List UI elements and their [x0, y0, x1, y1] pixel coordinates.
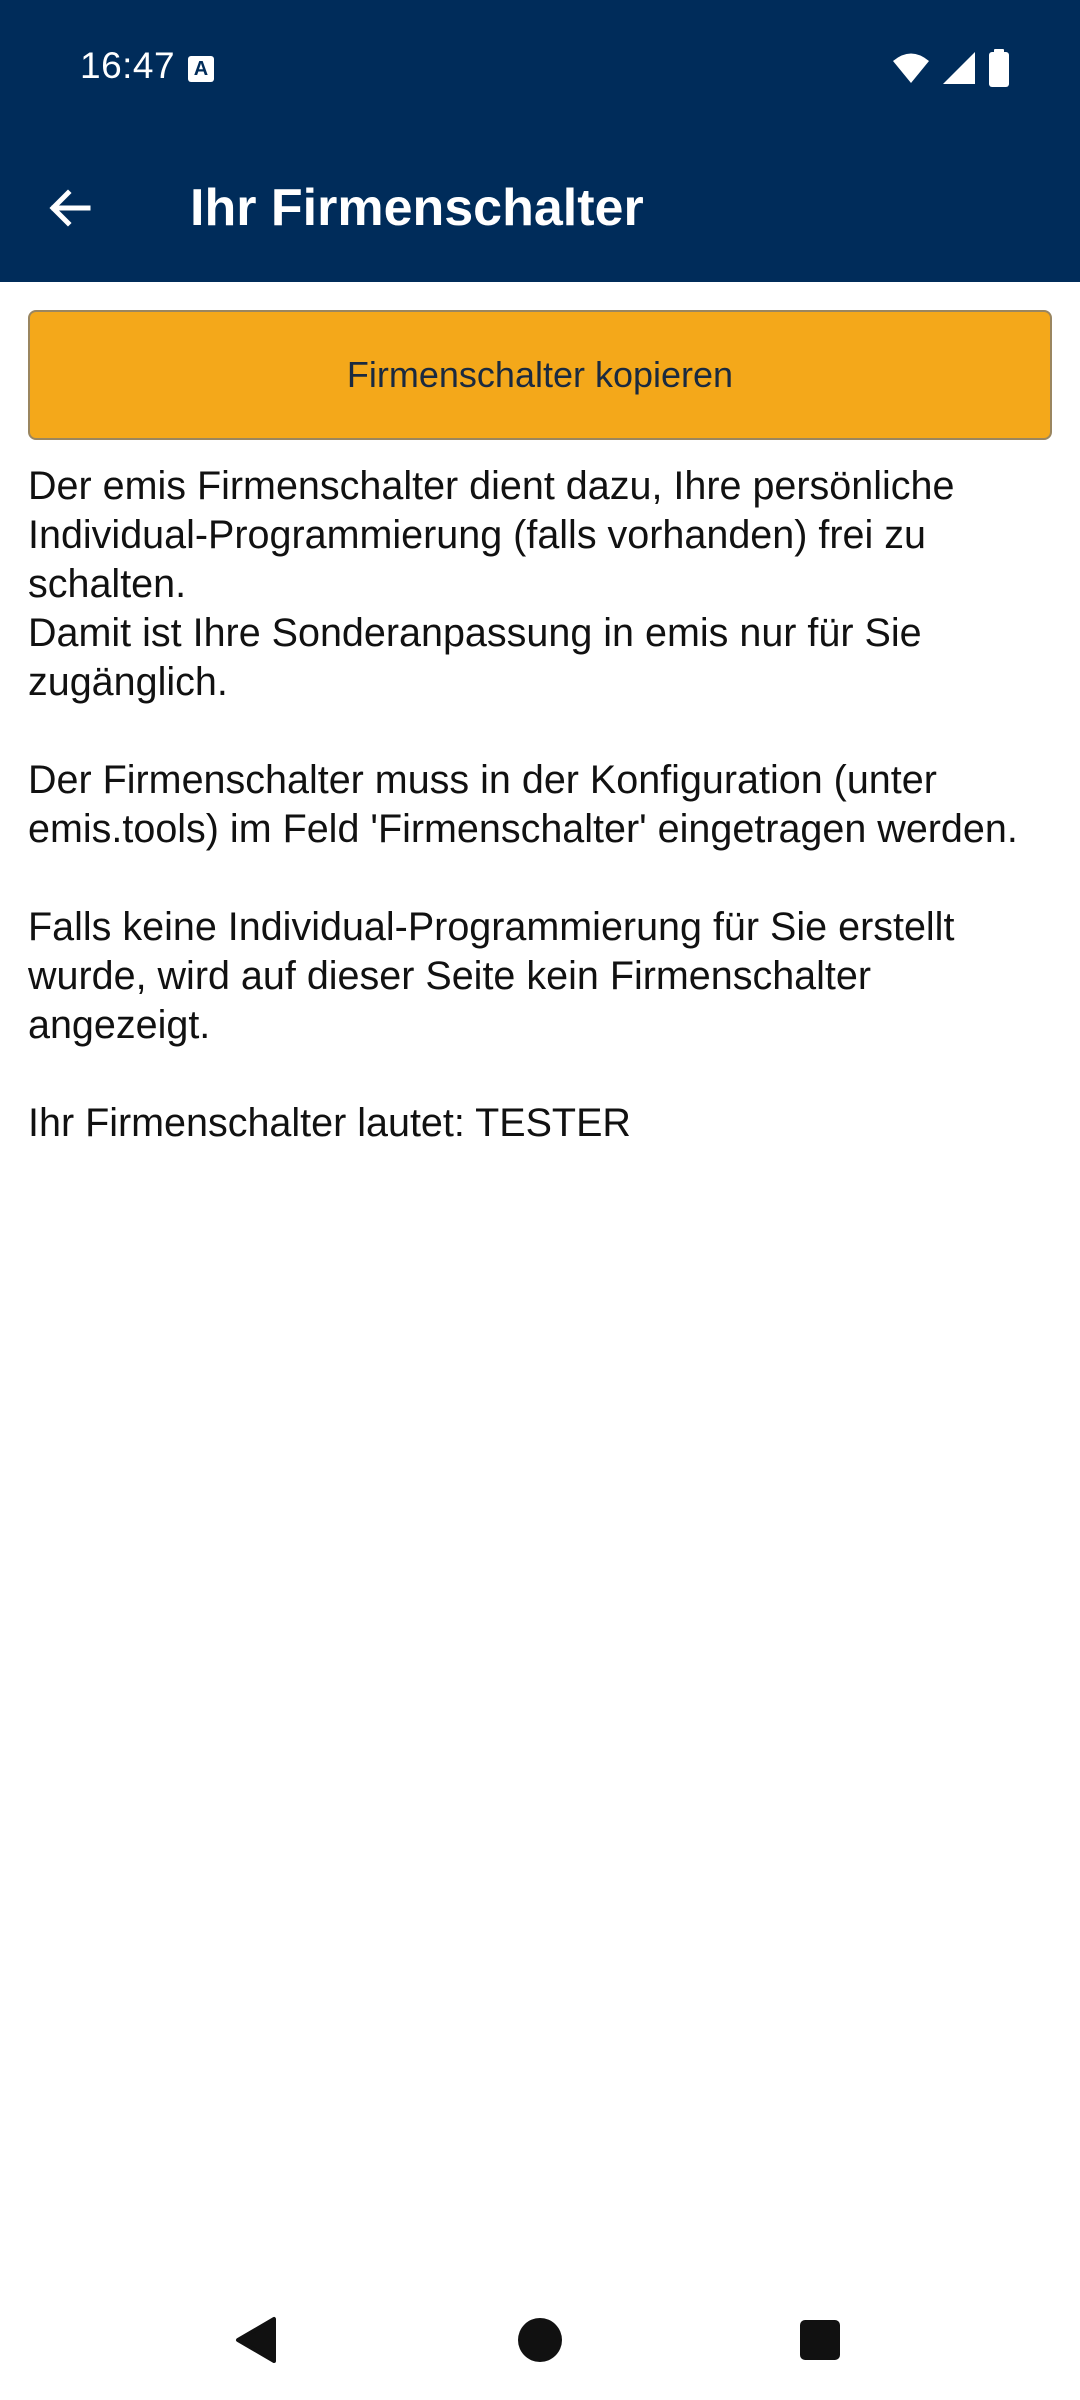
signal-icon: [943, 52, 975, 84]
wifi-icon: [893, 53, 929, 83]
info-paragraph-2: Der Firmenschalter muss in der Konfigura…: [28, 758, 1018, 851]
a-notification-icon: A: [188, 56, 214, 82]
copy-firmenschalter-button[interactable]: Firmenschalter kopieren: [28, 310, 1052, 440]
back-triangle-icon: [236, 2317, 276, 2363]
system-nav-bar: [0, 2280, 1080, 2400]
nav-home-button[interactable]: [510, 2310, 570, 2370]
firmenschalter-value: Ihr Firmenschalter lautet: TESTER: [28, 1101, 631, 1145]
back-button[interactable]: [30, 168, 110, 248]
battery-icon: [989, 49, 1009, 87]
status-bar: 16:47 A: [0, 0, 1080, 134]
status-icons: [892, 48, 1010, 88]
status-time: 16:47: [80, 45, 176, 86]
arrow-left-icon: [49, 189, 91, 227]
nav-back-button[interactable]: [226, 2310, 286, 2370]
app-bar: Ihr Firmenschalter: [0, 134, 1080, 282]
page-title: Ihr Firmenschalter: [190, 179, 644, 237]
info-paragraph-1: Der emis Firmenschalter dient dazu, Ihre…: [28, 464, 955, 606]
info-text: Der emis Firmenschalter dient dazu, Ihre…: [28, 462, 1058, 1148]
recents-square-icon: [800, 2320, 840, 2360]
home-circle-icon: [518, 2318, 562, 2362]
info-paragraph-1b: Damit ist Ihre Sonderanpassung in emis n…: [28, 611, 922, 704]
info-paragraph-3: Falls keine Individual-Programmierung fü…: [28, 905, 955, 1047]
nav-recents-button[interactable]: [790, 2310, 850, 2370]
